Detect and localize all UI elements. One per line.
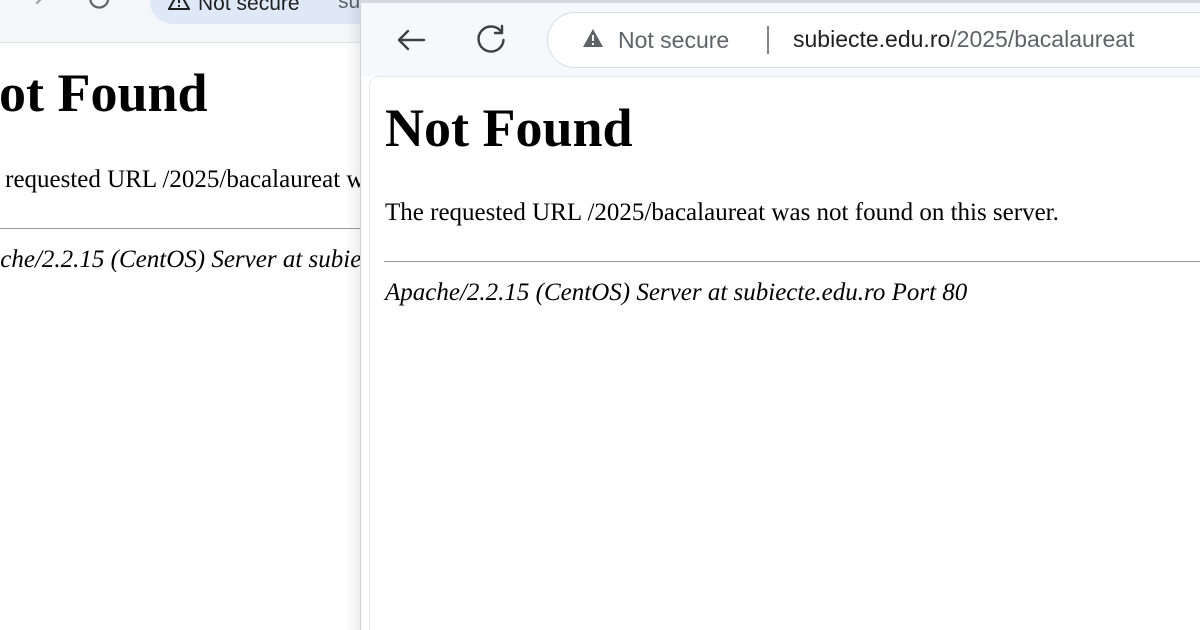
url-path: /2025/bacalaureat — [950, 26, 1135, 52]
address-bar[interactable]: Not secure subiecte.edu.ro/2025/bacalaur… — [547, 12, 1200, 68]
page-content: Not Found The requested URL /2025/bacala… — [369, 76, 1200, 630]
forward-arrow-icon[interactable] — [20, 0, 50, 10]
background-security-label: Not secure — [198, 0, 300, 15]
url-text[interactable]: subiecte.edu.ro/2025/bacalaureat — [793, 26, 1134, 53]
background-security-indicator[interactable]: Not secure — [167, 0, 300, 16]
warning-triangle-icon — [167, 0, 191, 16]
back-arrow-icon[interactable] — [393, 22, 429, 58]
error-message: The requested URL /2025/bacalaureat was … — [385, 199, 1059, 226]
browser-toolbar: Not secure subiecte.edu.ro/2025/bacalaur… — [361, 0, 1200, 76]
page-title: Not Found — [385, 98, 633, 158]
warning-triangle-icon — [582, 28, 604, 53]
reload-icon[interactable] — [85, 0, 115, 10]
divider — [384, 261, 1200, 262]
foreground-browser-window: Not secure subiecte.edu.ro/2025/bacalaur… — [360, 0, 1200, 630]
address-bar-divider — [767, 26, 769, 54]
security-label: Not secure — [618, 27, 730, 53]
toolbar-top-edge — [361, 0, 1200, 3]
url-host: subiecte.edu.ro — [793, 26, 951, 52]
security-indicator[interactable]: Not secure — [582, 27, 729, 54]
server-signature: Apache/2.2.15 (CentOS) Server at subiect… — [385, 279, 968, 306]
page-title: Not Found — [0, 63, 208, 123]
reload-icon[interactable] — [473, 22, 509, 58]
